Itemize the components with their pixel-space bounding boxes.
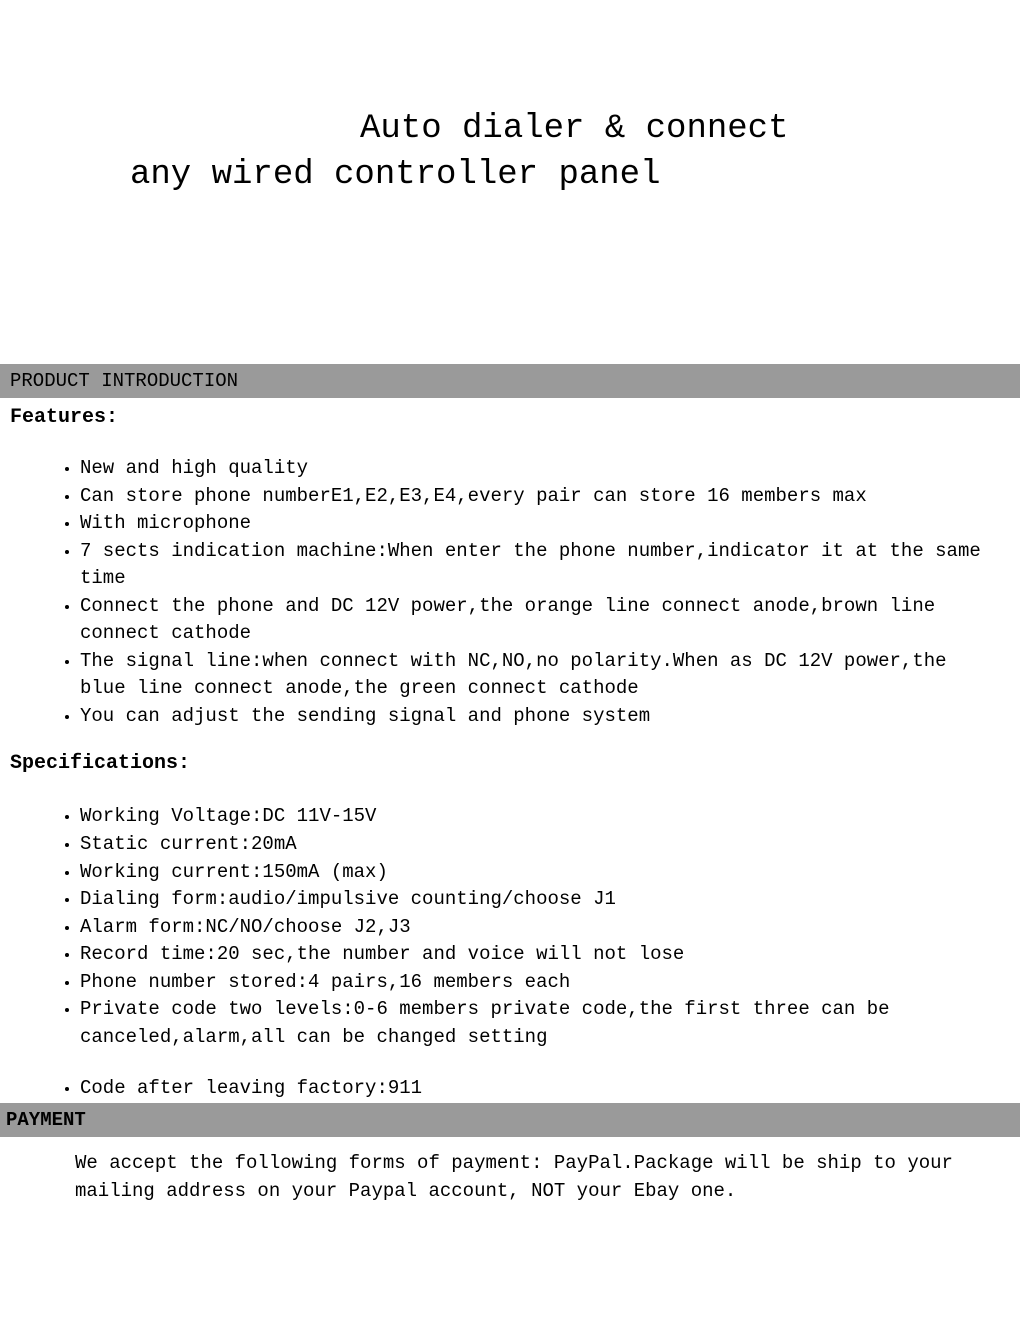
list-item: Phone number stored:4 pairs,16 members e…	[80, 969, 1000, 997]
list-item: You can adjust the sending signal and ph…	[80, 703, 1000, 731]
list-item: Dialing form:audio/impulsive counting/ch…	[80, 886, 1000, 914]
features-heading: Features:	[0, 398, 1020, 433]
list-item: New and high quality	[80, 455, 1000, 483]
list-item: Code after leaving factory:911	[80, 1075, 1000, 1103]
list-item: Working current:150mA (max)	[80, 859, 1000, 887]
title-line-1: Auto dialer & connect	[130, 110, 960, 148]
list-item: Private code two levels:0-6 members priv…	[80, 996, 1000, 1051]
section-header-intro: PRODUCT INTRODUCTION	[0, 364, 1020, 398]
list-item: Can store phone numberE1,E2,E3,E4,every …	[80, 483, 1000, 511]
list-item: Alarm form:NC/NO/choose J2,J3	[80, 914, 1000, 942]
features-list: New and high quality Can store phone num…	[0, 455, 1020, 730]
section-header-payment: PAYMENT	[0, 1103, 1020, 1137]
payment-body: We accept the following forms of payment…	[0, 1137, 1020, 1206]
list-item: Working Voltage:DC 11V-15V	[80, 803, 1000, 831]
list-item: Connect the phone and DC 12V power,the o…	[80, 593, 1000, 648]
specifications-heading: Specifications:	[0, 730, 1020, 785]
specifications-list: Working Voltage:DC 11V-15V Static curren…	[0, 803, 1020, 1102]
list-item: Static current:20mA	[80, 831, 1000, 859]
title-line-2: any wired controller panel	[130, 156, 960, 194]
list-item: The signal line:when connect with NC,NO,…	[80, 648, 1000, 703]
list-item: Record time:20 sec,the number and voice …	[80, 941, 1000, 969]
page-title-block: Auto dialer & connect any wired controll…	[0, 0, 1020, 194]
list-item: With microphone	[80, 510, 1000, 538]
list-item: 7 sects indication machine:When enter th…	[80, 538, 1000, 593]
